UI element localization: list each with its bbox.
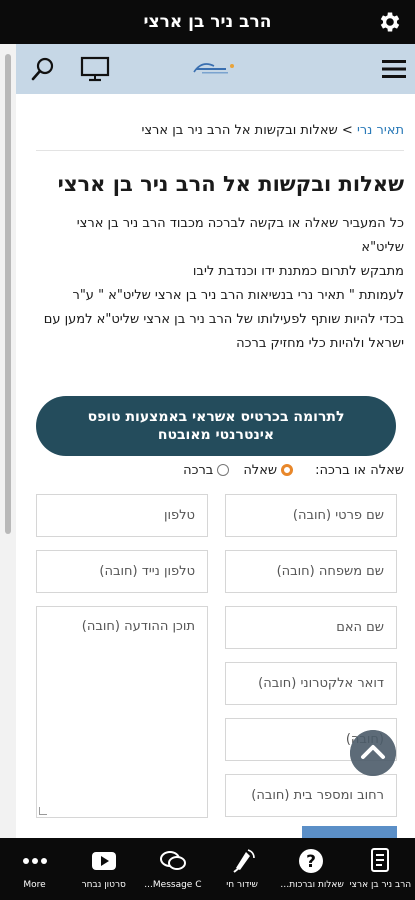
divider xyxy=(36,150,404,151)
search-icon[interactable] xyxy=(30,56,56,82)
nav-label: סרטון נבחר xyxy=(81,880,126,890)
document-icon xyxy=(371,848,390,872)
intro-line: לעמותת " תאיר נרי בנשיאות הרב ניר בן ארצ… xyxy=(72,288,404,303)
breadcrumb-home-link[interactable]: תאיר נרי xyxy=(357,123,404,138)
site-logo[interactable] xyxy=(188,58,244,78)
nav-label: הרב ניר בן ארצי xyxy=(349,880,412,890)
street-field[interactable]: רחוב ומספר בית (חובה) xyxy=(225,774,397,817)
nav-item-rabbi[interactable]: הרב ניר בן ארצי xyxy=(346,838,415,900)
bottom-nav: הרב ניר בן ארצי ? שאלות וברכות לרב שידור… xyxy=(0,838,415,900)
intro-line: כל המעביר שאלה או בקשה לברכה מכבוד הרב נ… xyxy=(76,216,404,255)
scrollbar[interactable] xyxy=(0,44,16,838)
breadcrumb-separator: > xyxy=(337,123,357,138)
first-name-field[interactable]: שם פרטי (חובה) xyxy=(225,494,397,537)
page-title: שאלות ובקשות אל הרב ניר בן ארצי xyxy=(57,172,404,196)
last-name-field[interactable]: שם משפחה (חובה) xyxy=(225,550,397,593)
more-icon xyxy=(22,858,47,864)
question-type-group: שאלה או ברכה: שאלה ברכה xyxy=(34,460,404,480)
gear-icon[interactable] xyxy=(377,9,403,35)
app-title: הרב ניר בן ארצי xyxy=(143,12,272,32)
main-content: תאיר נרי > שאלות ובקשות אל הרב ניר בן אר… xyxy=(16,94,415,838)
site-header xyxy=(16,44,415,94)
app-bar: הרב ניר בן ארצי xyxy=(0,0,415,44)
nav-label: Message C... xyxy=(144,880,202,890)
mobile-field[interactable]: טלפון נייד (חובה) xyxy=(36,550,208,593)
intro-line: מתבקש לתרום כמתנת ידו וכנדבת ליבו xyxy=(192,264,404,279)
intro-line: בכדי להיות שותף לפעילותו של הרב ניר בן א… xyxy=(43,312,404,351)
svg-text:?: ? xyxy=(306,852,316,872)
question-type-label: שאלה או ברכה: xyxy=(315,462,404,478)
scrollbar-thumb[interactable] xyxy=(5,54,11,534)
nav-item-more[interactable]: More xyxy=(0,838,69,900)
intro-text: כל המעביר שאלה או בקשה לברכה מכבוד הרב נ… xyxy=(34,212,404,356)
message-textarea[interactable]: תוכן ההודעה (חובה) xyxy=(36,606,208,818)
radio-label: שאלה xyxy=(243,462,278,478)
submit-button[interactable] xyxy=(302,826,397,838)
radio-label: ברכה xyxy=(183,462,214,478)
nav-item-messages[interactable]: Message C... xyxy=(138,838,207,900)
message-placeholder: תוכן ההודעה (חובה) xyxy=(81,619,195,634)
monitor-icon[interactable] xyxy=(80,56,110,82)
breadcrumb-current: שאלות ובקשות אל הרב ניר בן ארצי xyxy=(141,123,338,138)
scroll-top-button[interactable] xyxy=(350,730,396,776)
nav-label: שאלות וברכות לרב xyxy=(276,880,344,890)
email-field[interactable]: דואר אלקטרוני (חובה) xyxy=(225,662,397,705)
chat-icon xyxy=(159,851,186,870)
radio-button[interactable] xyxy=(281,464,294,476)
nav-item-video[interactable]: סרטון נבחר xyxy=(69,838,138,900)
radio-button[interactable] xyxy=(217,464,230,476)
resize-grip-icon[interactable] xyxy=(39,807,47,815)
radio-blessing[interactable]: ברכה xyxy=(183,462,230,478)
nav-item-live[interactable]: שידור חי xyxy=(207,838,276,900)
nav-label: More xyxy=(23,880,46,890)
donate-button[interactable]: לתרומה בכרטיס אשראי באמצעות טופס אינטרנט… xyxy=(36,396,396,456)
video-icon xyxy=(91,852,116,870)
breadcrumb: תאיר נרי > שאלות ובקשות אל הרב ניר בן אר… xyxy=(44,123,404,138)
broadcast-icon xyxy=(233,849,255,873)
radio-question[interactable]: שאלה xyxy=(243,462,294,478)
mother-name-field[interactable]: שם האם xyxy=(225,606,397,649)
question-icon: ? xyxy=(299,849,324,873)
nav-item-questions[interactable]: ? שאלות וברכות לרב xyxy=(277,838,346,900)
nav-label: שידור חי xyxy=(226,880,258,890)
phone-field[interactable]: טלפון xyxy=(36,494,208,537)
hamburger-menu-icon[interactable] xyxy=(381,58,407,80)
